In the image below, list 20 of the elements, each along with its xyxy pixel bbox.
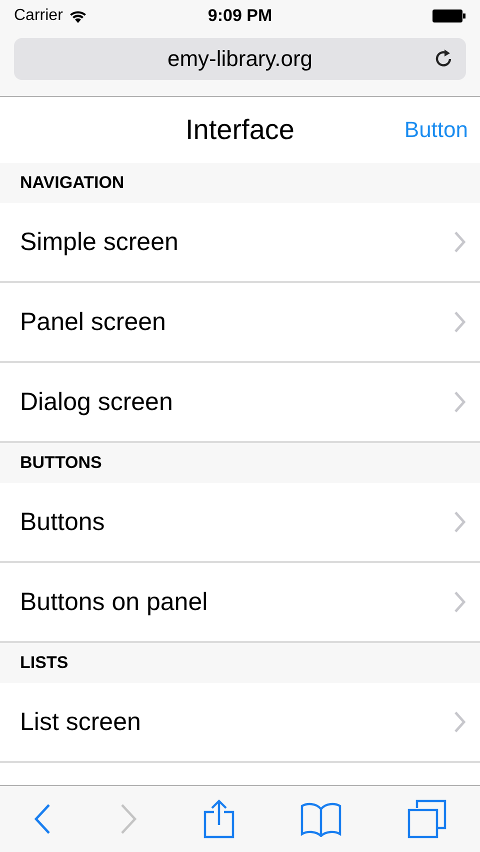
- page-title: Interface: [186, 114, 294, 146]
- status-time: 9:09 PM: [208, 6, 272, 26]
- address-field[interactable]: emy-library.org: [14, 38, 466, 80]
- section-header: NAVIGATION: [20, 173, 124, 193]
- share-icon[interactable]: [202, 799, 235, 839]
- section-header: BUTTONS: [20, 453, 102, 473]
- chevron-icon: [454, 231, 466, 253]
- book-icon[interactable]: [300, 801, 342, 837]
- battery-icon: [432, 9, 466, 23]
- chevron-icon: [454, 391, 466, 413]
- carrier-label: Carrier: [14, 7, 63, 25]
- tabs-icon[interactable]: [407, 799, 448, 839]
- wifi-icon: [68, 9, 87, 23]
- chevron-icon: [454, 511, 466, 533]
- section-header: LISTS: [20, 653, 68, 673]
- reload-icon[interactable]: [434, 49, 454, 69]
- back-icon[interactable]: [32, 803, 53, 835]
- chevron-icon: [454, 591, 466, 613]
- chevron-icon: [454, 711, 466, 733]
- chevron-icon: [454, 311, 466, 333]
